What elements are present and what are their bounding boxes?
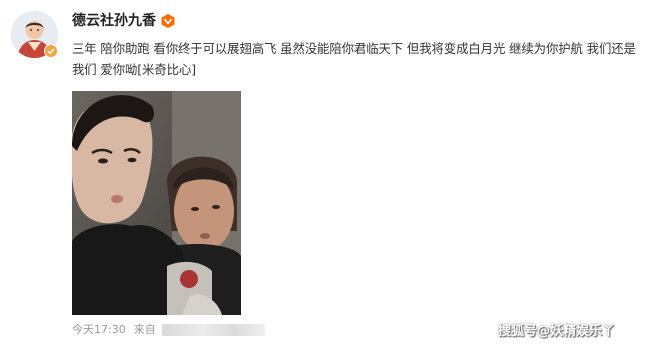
username[interactable]: 德云社孙九香 — [72, 11, 176, 31]
post-photo[interactable] — [72, 91, 241, 315]
post-meta: 今天17:30 来自 — [72, 321, 265, 339]
post-source-blurred — [161, 324, 265, 336]
post-time[interactable]: 今天17:30 — [72, 321, 126, 339]
post-text: 三年 陪你助跑 看你终于可以展翅高飞 虽然没能陪你君临天下 但我将变成白月光 继… — [72, 41, 636, 77]
watermark: 搜狐号@妖精娱乐丫 — [498, 324, 616, 339]
vip-badge-icon[interactable] — [160, 13, 176, 29]
verified-badge-icon — [44, 44, 58, 58]
post-source-prefix: 来自 — [133, 323, 156, 336]
username-label[interactable]: 德云社孙九香 — [72, 11, 156, 31]
